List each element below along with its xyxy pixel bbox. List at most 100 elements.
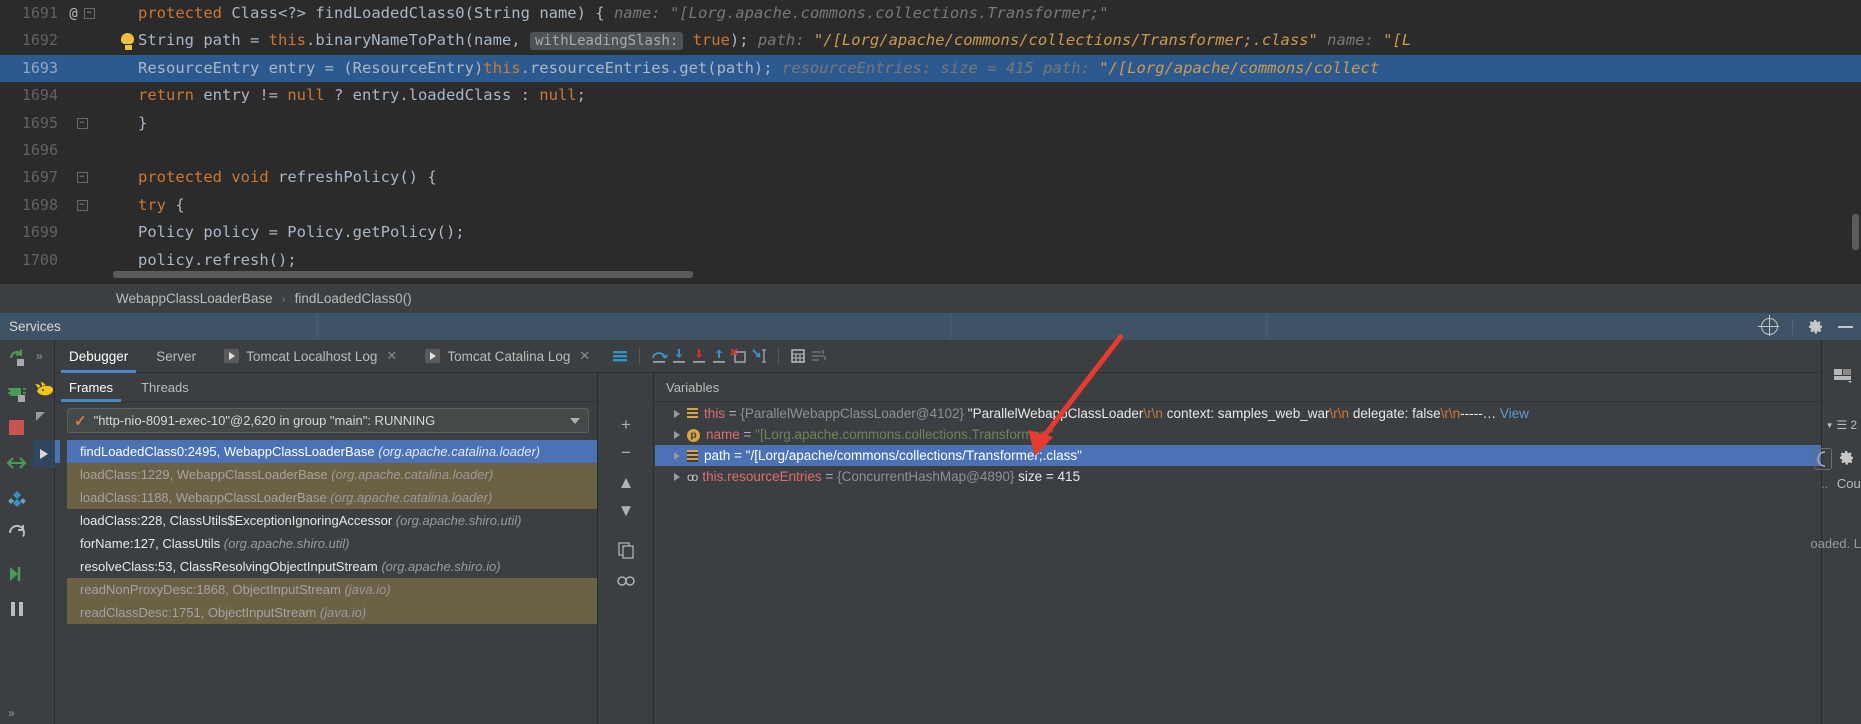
code-line[interactable]: 1700 policy.refresh(); <box>0 247 1861 274</box>
tab-debugger[interactable]: Debugger <box>55 340 142 373</box>
remove-watch-icon[interactable]: − <box>616 443 636 463</box>
expand-chevron-icon[interactable] <box>674 473 680 482</box>
force-step-into-icon[interactable] <box>689 346 709 366</box>
view-link[interactable]: View <box>1500 406 1529 421</box>
editor-horizontal-scrollbar[interactable] <box>113 271 693 278</box>
layout-settings-icon[interactable] <box>808 346 828 366</box>
expand-chevron-icon[interactable] <box>674 452 680 461</box>
minimize-icon[interactable] <box>1838 325 1853 328</box>
frame-row[interactable]: loadClass:1229, WebappClassLoaderBase (o… <box>67 463 597 486</box>
code-text: ResourceEntry entry = (ResourceEntry)thi… <box>106 55 1379 82</box>
code-line[interactable]: 1693 ResourceEntry entry = (ResourceEntr… <box>0 54 1861 83</box>
code-line[interactable]: 1691 @ − protected Class<?> findLoadedClass… <box>0 0 1861 27</box>
frame-row[interactable]: resolveClass:53, ClassResolvingObjectInp… <box>67 555 597 578</box>
run-to-cursor-icon[interactable] <box>749 346 769 366</box>
window-layout-icon[interactable] <box>1833 368 1853 384</box>
right-side-panel: ▼ ☰ 2 .. Cou oaded. L <box>1810 340 1861 724</box>
frame-row[interactable]: loadClass:228, ClassUtils$ExceptionIgnor… <box>67 509 597 532</box>
gear-icon[interactable] <box>1838 449 1855 469</box>
stop-icon[interactable] <box>6 417 28 439</box>
close-icon[interactable]: ✕ <box>579 348 590 364</box>
breadcrumb-method[interactable]: findLoadedClass0() <box>295 291 412 306</box>
fold-icon[interactable]: − <box>76 199 88 211</box>
session-selected-indicator[interactable] <box>33 440 55 468</box>
locate-icon[interactable] <box>1758 315 1779 336</box>
tab-tomcat-localhost-log[interactable]: Tomcat Localhost Log ✕ <box>210 340 411 373</box>
count-column-header[interactable]: .. Cou <box>1821 476 1861 491</box>
tab-tomcat-catalina-log[interactable]: Tomcat Catalina Log ✕ <box>411 340 604 373</box>
rerun-icon[interactable] <box>6 347 28 369</box>
chevron-down-icon[interactable]: ▼ <box>1826 421 1834 430</box>
code-editor[interactable]: 1691 @ − protected Class<?> findLoadedClass… <box>0 0 1861 283</box>
step-into-icon[interactable] <box>669 346 689 366</box>
expand-chevron-icon[interactable] <box>674 410 680 419</box>
editor-vertical-scrollbar[interactable] <box>1852 214 1859 250</box>
resume-program-icon[interactable] <box>6 452 28 474</box>
resume-icon-2[interactable] <box>6 563 28 585</box>
gear-icon[interactable] <box>1807 318 1824 335</box>
inline-debug-hint: "/[Lorg/apache/commons/collect <box>1099 58 1380 77</box>
frame-row[interactable]: loadClass:1188, WebappClassLoaderBase (o… <box>67 486 597 509</box>
editor-gutter-marker[interactable]: @ − <box>58 0 106 28</box>
drop-frame-icon[interactable] <box>729 346 749 366</box>
tab-threads[interactable]: Threads <box>127 373 203 402</box>
line-number: 1700 <box>21 250 58 269</box>
mute-breakpoints-icon[interactable] <box>610 346 630 366</box>
debug-rerun-icon[interactable] <box>6 382 28 404</box>
evaluate-expression-icon[interactable] <box>788 346 808 366</box>
tab-server[interactable]: Server <box>142 340 210 373</box>
move-down-icon[interactable]: ▼ <box>616 501 636 521</box>
frame-package: (org.apache.shiro.util) <box>223 536 350 551</box>
watches-icon[interactable] <box>616 573 636 593</box>
code-line[interactable]: 1699 Policy policy = Policy.getPolicy(); <box>0 219 1861 246</box>
code-line[interactable]: 1694 return entry != null ? entry.loaded… <box>0 82 1861 109</box>
code-line[interactable]: 1696 <box>0 137 1861 164</box>
frame-row[interactable]: findLoadedClass0:2495, WebappClassLoader… <box>67 440 597 463</box>
frames-list[interactable]: findLoadedClass0:2495, WebappClassLoader… <box>67 440 597 724</box>
code-line[interactable]: 1697 − protected void refreshPolicy() { <box>0 164 1861 191</box>
breadcrumb-class[interactable]: WebappClassLoaderBase <box>116 291 273 306</box>
code-line[interactable]: 1692 String path = this.binaryNameToPath… <box>0 27 1861 54</box>
add-watch-icon[interactable]: + <box>616 415 636 435</box>
thread-selector-dropdown[interactable]: ✓ "http-nio-8091-exec-10"@2,620 in group… <box>67 408 589 433</box>
badge-row[interactable]: ▼ ☰ 2 <box>1826 418 1857 432</box>
move-up-icon[interactable]: ▲ <box>616 473 636 493</box>
copy-icon[interactable] <box>616 541 636 561</box>
tomcat-icon[interactable] <box>35 381 54 398</box>
close-icon[interactable]: ✕ <box>386 348 397 364</box>
tab-frames[interactable]: Frames <box>55 373 127 402</box>
code-line[interactable]: 1695 −} <box>0 110 1861 137</box>
editor-gutter-marker[interactable]: − <box>58 164 106 191</box>
breadcrumb-separator: › <box>281 291 286 306</box>
variable-row[interactable]: p name = "[Lorg.apache.commons.collection… <box>655 424 1861 445</box>
code-text: Policy policy = Policy.getPolicy(); <box>106 219 465 246</box>
frame-row[interactable]: readClassDesc:1751, ObjectInputStream (j… <box>67 601 597 624</box>
restart-icon[interactable] <box>6 522 28 544</box>
variable-row[interactable]: path = "/[Lorg/apache/commons/collection… <box>655 445 1861 466</box>
fold-icon[interactable]: − <box>76 172 88 184</box>
variables-tree[interactable]: this = {ParallelWebappClassLoader@4102} … <box>655 403 1861 724</box>
code-token: .binaryNameToPath(name, <box>305 31 530 50</box>
more-tools-chevron-icon[interactable]: » <box>8 706 15 720</box>
variable-row[interactable]: oo this.resourceEntries = {ConcurrentHash… <box>655 466 1861 487</box>
expand-chevron-icon[interactable] <box>674 431 680 440</box>
chevron-down-icon[interactable] <box>570 417 580 424</box>
services-divider-1 <box>317 313 318 340</box>
frame-row[interactable]: forName:127, ClassUtils (org.apache.shir… <box>67 532 597 555</box>
pause-icon[interactable] <box>6 598 28 620</box>
variable-row[interactable]: this = {ParallelWebappClassLoader@4102} … <box>655 403 1861 424</box>
expand-sessions-chevron-icon[interactable]: » <box>36 349 43 363</box>
frame-row[interactable]: readNonProxyDesc:1868, ObjectInputStream… <box>67 578 597 601</box>
intention-bulb-icon[interactable] <box>121 33 135 51</box>
editor-gutter-marker[interactable]: − <box>58 110 106 137</box>
editor-gutter-marker[interactable]: − <box>58 192 106 219</box>
moon-icon[interactable] <box>1814 448 1832 470</box>
code-line[interactable]: 1698 − try { <box>0 192 1861 219</box>
fold-icon[interactable]: − <box>83 8 95 19</box>
code-token: this <box>483 58 521 77</box>
view-breakpoints-icon[interactable] <box>6 487 28 509</box>
toolbar-separator <box>1792 318 1793 335</box>
step-out-icon[interactable] <box>709 346 729 366</box>
fold-icon[interactable]: − <box>76 117 88 129</box>
step-over-icon[interactable] <box>649 346 669 366</box>
